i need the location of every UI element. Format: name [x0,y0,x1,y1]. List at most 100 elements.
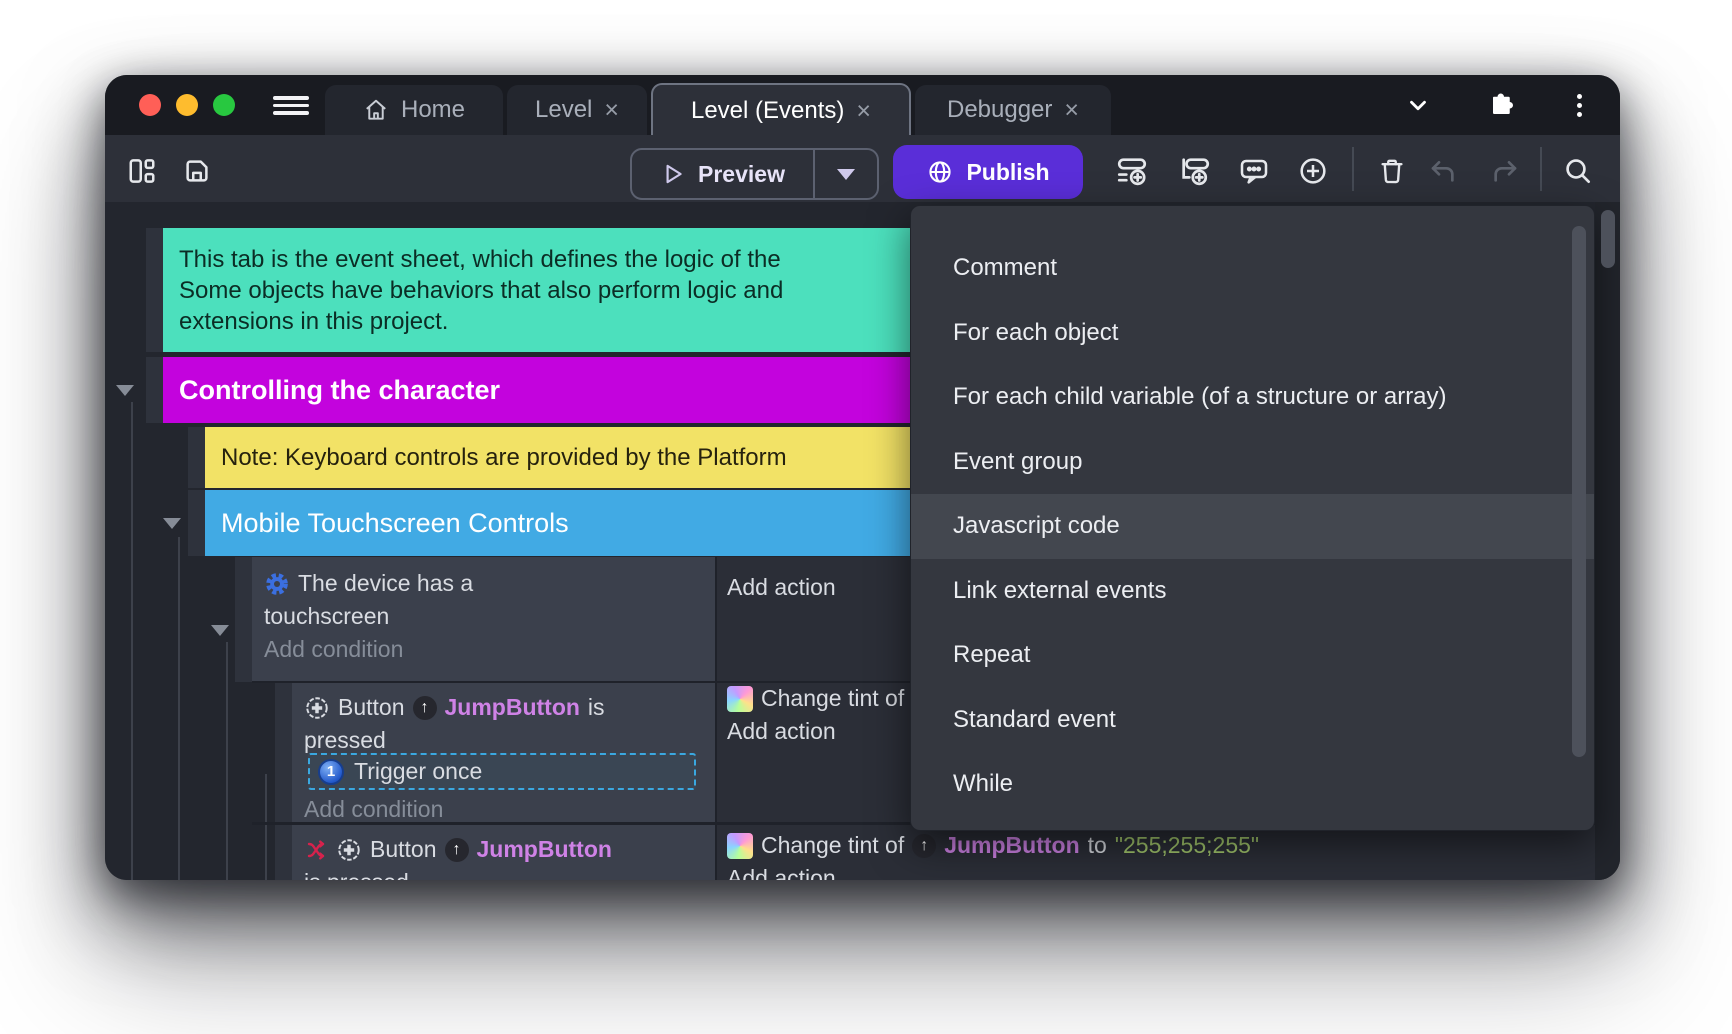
chevron-down-icon[interactable] [1403,92,1433,118]
tab-label: Level [535,96,592,124]
menu-item-standard-event[interactable]: Standard event [911,688,1594,753]
close-tab-icon[interactable]: × [856,99,871,124]
add-comment-icon[interactable] [1232,149,1276,193]
tab-level[interactable]: Level × [507,85,647,135]
event-condition-cell[interactable]: Button ↑ JumpButton is pressed [292,825,715,880]
menu-scrollbar-thumb[interactable] [1572,226,1586,757]
note-text: Note: Keyboard controls are provided by … [221,444,787,472]
minimize-window-button[interactable] [176,94,198,116]
tab-label: Home [401,96,465,124]
close-window-button[interactable] [139,94,161,116]
sheet-scrollbar-thumb[interactable] [1601,210,1615,268]
layout-view-icon[interactable] [120,149,164,193]
preview-dropdown-button[interactable] [813,150,877,198]
menu-item-link-external-events[interactable]: Link external events [911,559,1594,624]
add-condition-link[interactable]: Add condition [264,633,703,666]
redo-icon[interactable] [1483,149,1527,193]
menu-item-for-each-object[interactable]: For each object [911,301,1594,366]
invert-arrows-icon [304,838,328,862]
group-title: Mobile Touchscreen Controls [221,508,569,539]
action-text: Change tint of [761,685,904,712]
menu-item-javascript-code[interactable]: Javascript code [911,494,1594,559]
condition-text: touchscreen [264,603,389,630]
delete-trash-icon[interactable] [1370,149,1414,193]
app-window: Home Level × Level (Events) × Debugger × [105,75,1620,880]
preview-button-main[interactable]: Preview [632,150,813,198]
gutter-strip [275,825,292,880]
toolbar-divider [1540,147,1542,191]
collapse-event-arrow[interactable] [211,625,229,636]
gutter-strip [146,357,163,423]
gutter-strip [188,427,205,488]
action-value: "255;255;255" [1115,832,1259,859]
action-text: to [1088,832,1107,859]
object-name: JumpButton [445,694,580,721]
menu-item-repeat[interactable]: Repeat [911,623,1594,688]
close-tab-icon[interactable]: × [1064,98,1079,123]
add-action-link[interactable]: Add action [727,718,836,745]
gamepad-icon [336,837,362,863]
preview-button[interactable]: Preview [630,148,879,200]
action-row[interactable]: Change tint of [727,685,904,712]
tint-swatch-icon [727,833,753,859]
tab-level-events[interactable]: Level (Events) × [651,83,911,137]
add-plus-icon[interactable] [1291,149,1335,193]
tab-debugger[interactable]: Debugger × [915,85,1111,135]
search-icon[interactable] [1556,149,1600,193]
up-arrow-badge-icon: ↑ [445,838,469,862]
titlebar: Home Level × Level (Events) × Debugger × [105,75,1620,135]
save-icon[interactable] [175,149,219,193]
tab-label: Debugger [947,96,1052,124]
up-arrow-badge-icon: ↑ [912,834,936,858]
menu-item-comment[interactable]: Comment [911,236,1594,301]
menu-item-for-each-child-variable[interactable]: For each child variable (of a structure … [911,365,1594,430]
main-menu-icon[interactable] [273,96,309,115]
object-name: JumpButton [477,836,612,863]
gutter-strip [188,490,205,556]
condition-action-divider [715,557,717,880]
action-row[interactable]: Change tint of ↑ JumpButton to "255;255;… [727,832,1259,859]
up-arrow-badge-icon: ↑ [413,696,437,720]
condition-text: Button [338,694,405,721]
group-title: Controlling the character [179,375,500,406]
condition-text: pressed [304,727,386,754]
condition-text: Trigger once [354,758,482,785]
menu-item-while[interactable]: While [911,752,1594,817]
gutter-strip [275,683,292,822]
scrollbar-track [1595,202,1620,880]
add-event-icon[interactable] [1110,149,1154,193]
zoom-window-button[interactable] [213,94,235,116]
trigger-once-icon: 1 [318,759,344,785]
globe-icon [926,158,954,186]
tab-label: Level (Events) [691,97,844,125]
condition-text: The device has a [298,570,473,597]
tree-guide [178,537,180,880]
collapse-group-arrow[interactable] [163,518,181,529]
add-event-context-menu: Comment For each object For each child v… [910,205,1595,831]
publish-button[interactable]: Publish [893,145,1083,199]
action-text: Change tint of [761,832,904,859]
tab-home[interactable]: Home [325,85,503,135]
publish-label: Publish [966,159,1049,186]
gamepad-icon [304,695,330,721]
condition-text: is [588,694,605,721]
object-name: JumpButton [944,832,1079,859]
condition-text: Button [370,836,437,863]
gear-icon [264,571,290,597]
undo-icon[interactable] [1421,149,1465,193]
overflow-menu-icon[interactable] [1577,90,1582,121]
add-subevent-icon[interactable] [1173,149,1217,193]
add-action-link[interactable]: Add action [727,865,836,880]
menu-item-event-group[interactable]: Event group [911,430,1594,495]
selected-condition-trigger-once[interactable]: 1 Trigger once [308,753,696,790]
add-action-link[interactable]: Add action [727,574,836,601]
home-icon [363,97,389,123]
subevent-condition-cell[interactable]: Button ↑ JumpButton is pressed 1 Trigger… [292,683,715,822]
condition-text: is pressed [304,869,409,880]
collapse-group-arrow[interactable] [116,385,134,396]
gutter-strip [235,557,252,682]
event-condition-cell[interactable]: The device has a touchscreen Add conditi… [252,557,715,682]
addons-puzzle-icon[interactable] [1486,89,1516,119]
play-icon [660,161,686,187]
close-tab-icon[interactable]: × [604,98,619,123]
